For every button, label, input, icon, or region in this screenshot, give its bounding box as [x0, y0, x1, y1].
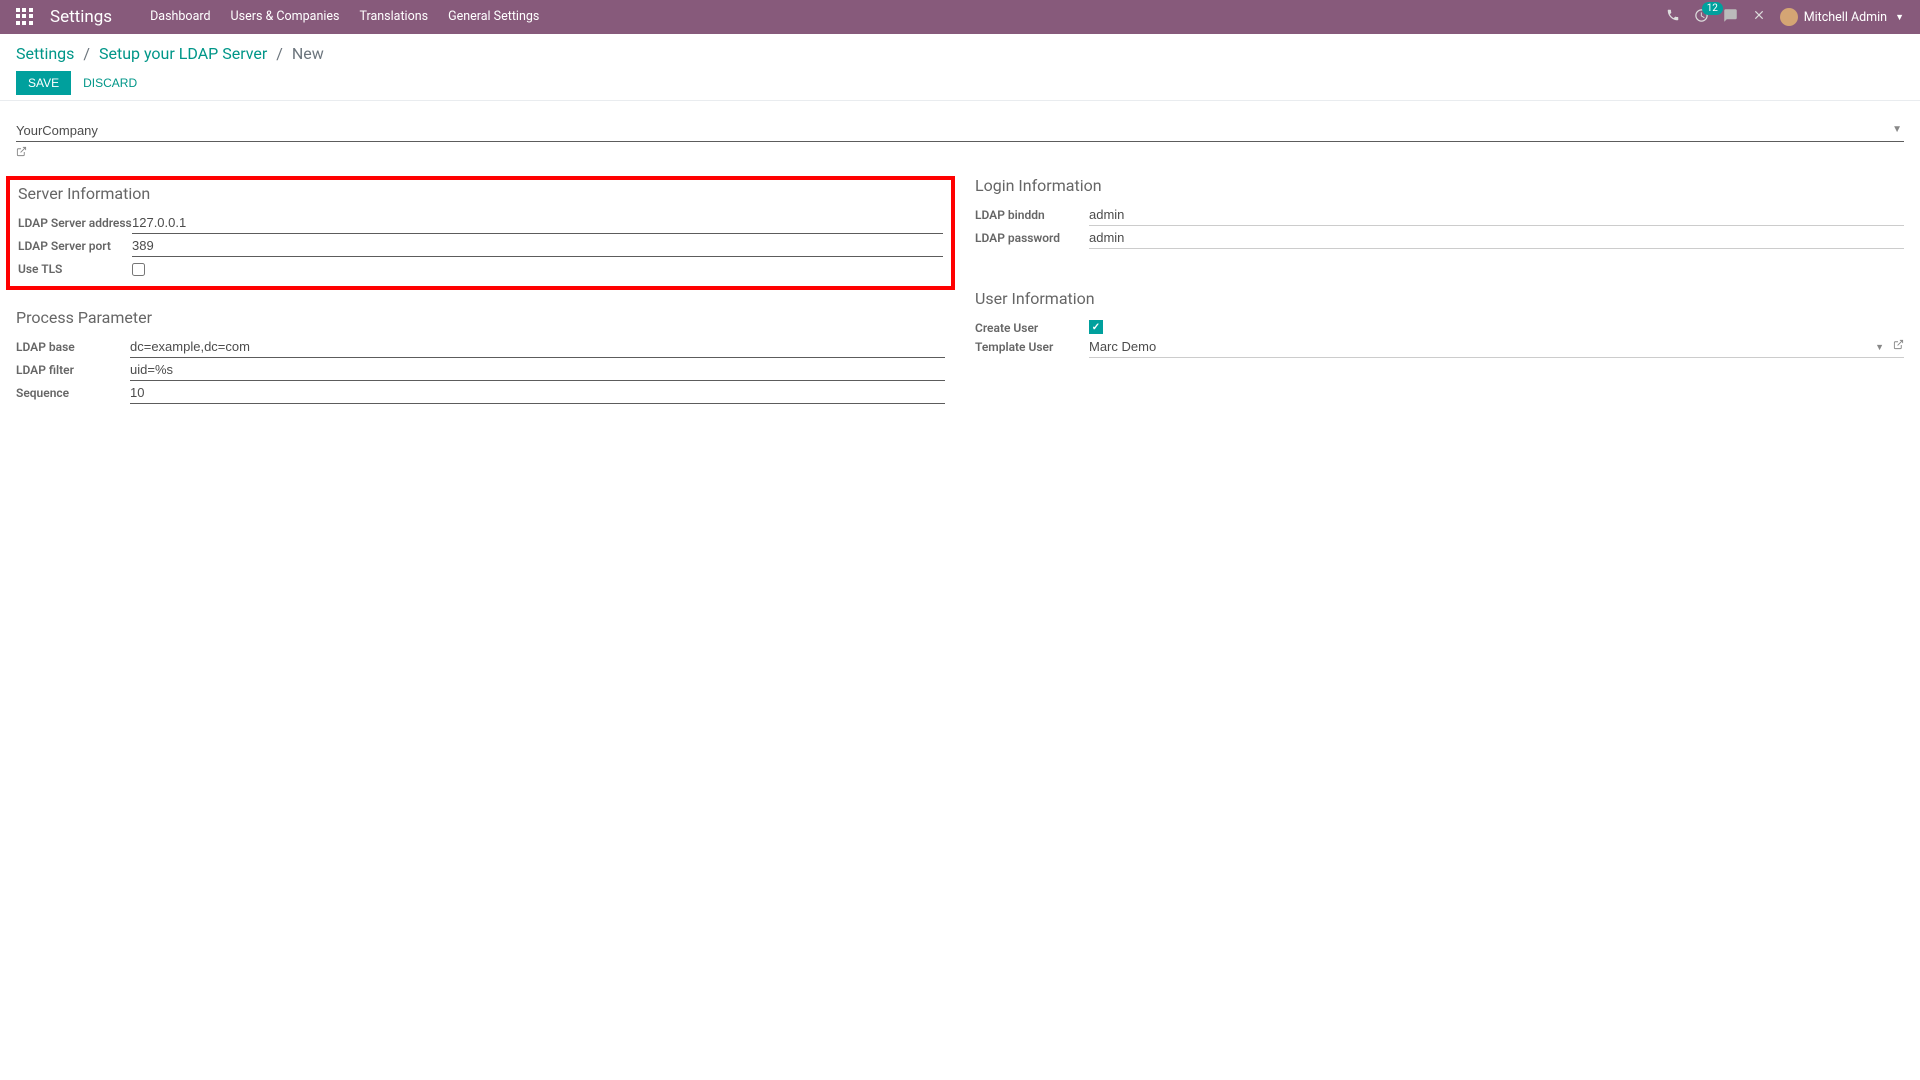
- form-left-column: Server Information LDAP Server address L…: [16, 176, 945, 429]
- user-information-section: User Information Create User Template Us…: [975, 289, 1904, 358]
- label-template-user: Template User: [975, 337, 1089, 354]
- navbar-right: 12 Mitchell Admin ▼: [1666, 8, 1904, 27]
- nav-users-companies[interactable]: Users & Companies: [221, 0, 350, 34]
- activity-icon[interactable]: 12: [1694, 8, 1709, 27]
- discard-button[interactable]: DISCARD: [73, 71, 147, 95]
- chevron-down-icon: ▼: [1895, 12, 1904, 23]
- section-title-user-info: User Information: [975, 289, 1904, 308]
- user-name: Mitchell Admin: [1804, 10, 1887, 25]
- section-title-server-info: Server Information: [18, 184, 943, 203]
- breadcrumb: Settings / Setup your LDAP Server / New: [16, 44, 1904, 63]
- label-sequence: Sequence: [16, 383, 130, 400]
- apps-icon[interactable]: [16, 8, 34, 26]
- label-use-tls: Use TLS: [18, 259, 132, 276]
- label-ldap-filter: LDAP filter: [16, 360, 130, 377]
- company-input[interactable]: [16, 121, 1904, 142]
- server-information-section: Server Information LDAP Server address L…: [6, 176, 955, 290]
- chevron-down-icon: ▼: [1875, 342, 1884, 353]
- label-create-user: Create User: [975, 318, 1089, 335]
- section-title-login-info: Login Information: [975, 176, 1904, 195]
- close-icon[interactable]: [1752, 8, 1766, 26]
- input-ldap-base[interactable]: [130, 337, 945, 358]
- form-columns: Server Information LDAP Server address L…: [16, 176, 1904, 429]
- user-menu[interactable]: Mitchell Admin ▼: [1780, 8, 1904, 26]
- input-template-user[interactable]: [1089, 337, 1904, 358]
- login-information-section: Login Information LDAP binddn LDAP passw…: [975, 176, 1904, 249]
- label-ldap-base: LDAP base: [16, 337, 130, 354]
- checkbox-create-user[interactable]: [1089, 320, 1103, 334]
- nav-translations[interactable]: Translations: [349, 0, 438, 34]
- label-ldap-password: LDAP password: [975, 228, 1089, 245]
- external-link-icon[interactable]: [16, 146, 27, 160]
- nav-dashboard[interactable]: Dashboard: [140, 0, 220, 34]
- input-ldap-server-address[interactable]: [132, 213, 943, 234]
- input-ldap-server-port[interactable]: [132, 236, 943, 257]
- company-field-row: ▼: [16, 121, 1904, 161]
- breadcrumb-bar: Settings / Setup your LDAP Server / New …: [0, 34, 1920, 101]
- breadcrumb-new: New: [292, 44, 324, 63]
- navbar-menu: Dashboard Users & Companies Translations…: [140, 0, 549, 34]
- process-parameter-section: Process Parameter LDAP base LDAP filter …: [16, 308, 945, 404]
- input-ldap-filter[interactable]: [130, 360, 945, 381]
- label-ldap-binddn: LDAP binddn: [975, 205, 1089, 222]
- top-navbar: Settings Dashboard Users & Companies Tra…: [0, 0, 1920, 34]
- input-ldap-password[interactable]: [1089, 228, 1904, 249]
- breadcrumb-ldap-setup[interactable]: Setup your LDAP Server: [99, 44, 267, 63]
- breadcrumb-settings[interactable]: Settings: [16, 44, 74, 63]
- save-button[interactable]: SAVE: [16, 71, 71, 95]
- section-title-process-param: Process Parameter: [16, 308, 945, 327]
- input-ldap-binddn[interactable]: [1089, 205, 1904, 226]
- checkbox-use-tls[interactable]: [132, 263, 145, 276]
- phone-icon[interactable]: [1666, 8, 1680, 26]
- action-buttons: SAVE DISCARD: [16, 71, 1904, 95]
- nav-general-settings[interactable]: General Settings: [438, 0, 549, 34]
- messages-icon[interactable]: [1723, 8, 1738, 27]
- input-sequence[interactable]: [130, 383, 945, 404]
- navbar-brand[interactable]: Settings: [50, 7, 112, 27]
- form-right-column: Login Information LDAP binddn LDAP passw…: [975, 176, 1904, 429]
- avatar: [1780, 8, 1798, 26]
- label-ldap-server-port: LDAP Server port: [18, 236, 132, 253]
- form-content: ▼ Server Information LDAP Server address…: [0, 101, 1920, 449]
- label-ldap-server-address: LDAP Server address: [18, 213, 132, 230]
- notification-badge: 12: [1702, 2, 1723, 15]
- external-link-icon[interactable]: [1893, 339, 1904, 353]
